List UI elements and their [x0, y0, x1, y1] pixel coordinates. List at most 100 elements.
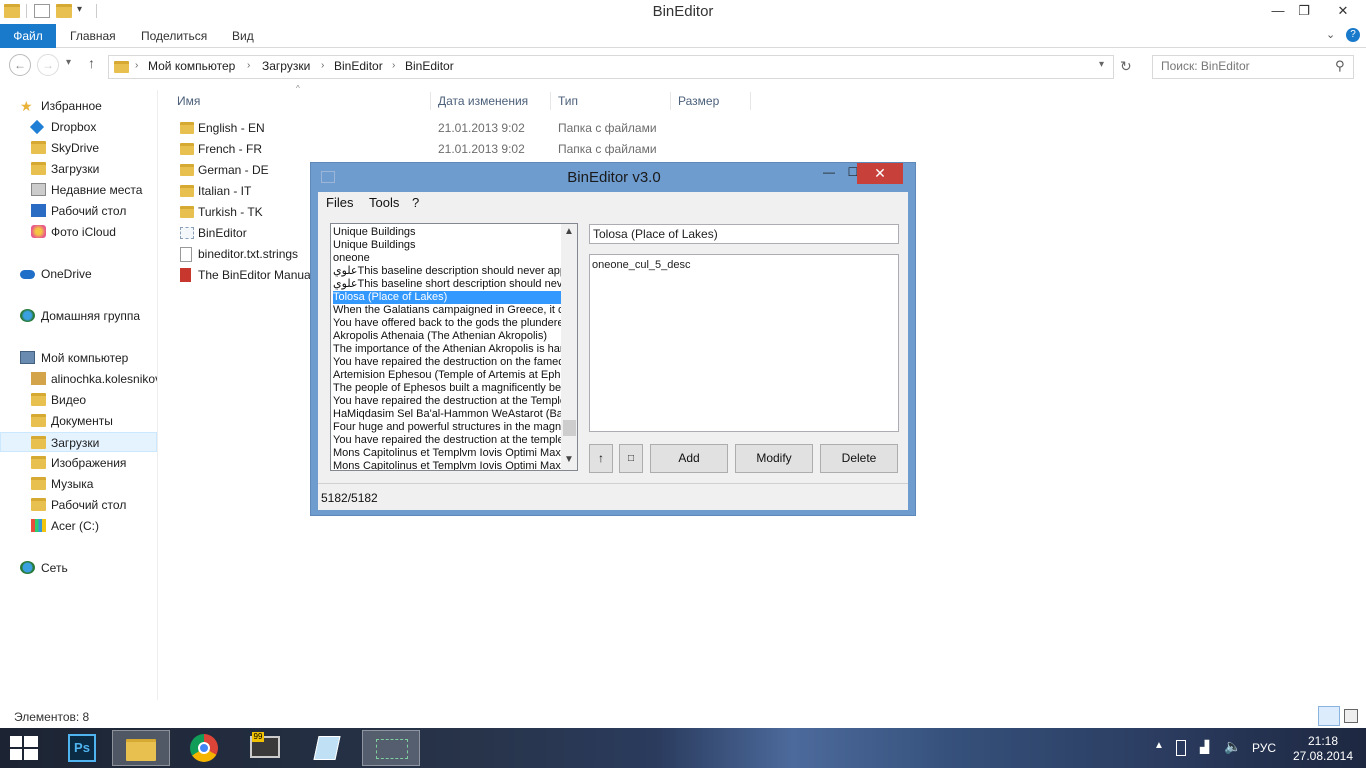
nav-item-downloads[interactable]: Загрузки — [0, 159, 157, 179]
battery-icon[interactable] — [1176, 740, 1186, 756]
refresh-icon[interactable]: ↻ — [1120, 58, 1132, 75]
menu-tools[interactable]: Tools — [369, 195, 399, 210]
nav-computer[interactable]: Мой компьютер — [0, 348, 157, 368]
minimize-button[interactable]: — — [1266, 0, 1290, 22]
list-item[interactable]: When the Galatians campaigned in Greece,… — [333, 304, 561, 317]
scroll-thumb[interactable] — [563, 420, 576, 436]
delete-button[interactable]: Delete — [820, 444, 898, 473]
list-item[interactable]: Unique Buildings — [333, 226, 561, 239]
nav-item-desktop[interactable]: Рабочий стол — [0, 201, 157, 221]
recent-locations-icon[interactable]: ▾ — [66, 57, 71, 68]
nav-item-pictures[interactable]: Изображения — [0, 453, 157, 473]
tab-view[interactable]: Вид — [232, 24, 254, 48]
nav-item-dropbox[interactable]: Dropbox — [0, 117, 157, 137]
chrome-icon[interactable] — [176, 730, 234, 766]
nav-item-skydrive[interactable]: SkyDrive — [0, 138, 157, 158]
list-item[interactable]: Mons Capitolinus et Templvm Iovis Optimi… — [333, 447, 561, 460]
scroll-down-icon[interactable]: ▼ — [564, 454, 574, 465]
nav-homegroup[interactable]: Домашняя группа — [0, 306, 157, 326]
breadcrumb-downloads[interactable]: Загрузки — [262, 59, 310, 73]
tab-share[interactable]: Поделиться — [141, 24, 207, 48]
minimize-button[interactable]: — — [819, 165, 839, 183]
tab-home[interactable]: Главная — [70, 24, 116, 48]
file-explorer-icon[interactable] — [112, 730, 170, 766]
signal-icon[interactable]: ▟ — [1200, 740, 1209, 754]
list-item[interactable]: Mons Capitolinus et Templvm Iovis Optimi… — [333, 460, 561, 470]
file-row[interactable]: French - FR 21.01.2013 9:02 Папка с файл… — [176, 139, 776, 160]
back-button[interactable]: ← — [9, 54, 31, 76]
breadcrumb-computer[interactable]: Мой компьютер — [148, 59, 235, 73]
details-view-icon[interactable] — [1318, 706, 1340, 726]
menu-files[interactable]: Files — [326, 195, 353, 210]
nav-item-icloud-photos[interactable]: Фото iCloud — [0, 222, 157, 242]
scroll-up-icon[interactable]: ▲ — [564, 226, 574, 237]
list-item[interactable]: You have offered back to the gods the pl… — [333, 317, 561, 330]
column-header-size[interactable]: Размер — [678, 92, 751, 110]
nav-item-drive-c[interactable]: Acer (C:) — [0, 516, 157, 536]
tab-file[interactable]: Файл — [0, 24, 56, 48]
nav-network[interactable]: Сеть — [0, 558, 157, 578]
nav-item-music[interactable]: Музыка — [0, 474, 157, 494]
move-up-button[interactable]: ↑ — [589, 444, 613, 473]
close-button[interactable]: ✕ — [1320, 0, 1366, 22]
strings-listbox[interactable]: Unique Buildings Unique Buildings oneone ﻋﻠ… — [330, 223, 578, 471]
list-scrollbar[interactable]: ▲ ▼ — [561, 224, 577, 470]
forward-button[interactable]: → — [37, 54, 59, 76]
list-item[interactable]: You have repaired the destruction at the… — [333, 395, 561, 408]
chevron-right-icon[interactable]: › — [135, 60, 138, 71]
search-input[interactable]: Поиск: BinEditor ⚲ — [1152, 55, 1354, 79]
windows-start-icon[interactable] — [10, 736, 38, 760]
list-item[interactable]: oneone — [333, 252, 561, 265]
list-item[interactable]: Unique Buildings — [333, 239, 561, 252]
list-item[interactable]: The importance of the Athenian Akropolis… — [333, 343, 561, 356]
photoshop-icon[interactable]: Ps — [54, 730, 112, 766]
add-button[interactable]: Add — [650, 444, 728, 473]
chevron-right-icon[interactable]: › — [247, 60, 250, 71]
up-button[interactable]: ↑ — [88, 55, 95, 71]
string-name-input[interactable]: Tolosa (Place of Lakes) — [589, 224, 899, 244]
nav-item-video[interactable]: Видео — [0, 390, 157, 410]
breadcrumb-bineditor[interactable]: BinEditor — [334, 59, 383, 73]
modify-button[interactable]: Modify — [735, 444, 813, 473]
string-value-textarea[interactable]: oneone_cul_5_desc — [589, 254, 899, 432]
menu-help[interactable]: ? — [412, 195, 419, 210]
file-row[interactable]: English - EN 21.01.2013 9:02 Папка с фай… — [176, 118, 776, 139]
nav-favorites[interactable]: ★ Избранное — [0, 96, 157, 116]
bineditor-taskbar-icon[interactable] — [362, 730, 420, 766]
address-bar[interactable]: › Мой компьютер › Загрузки › BinEditor ›… — [108, 55, 1114, 79]
list-item[interactable]: ﻋﻠﻮﻱThis baseline short description shou… — [333, 278, 561, 291]
close-button[interactable]: ✕ — [857, 163, 903, 184]
nav-item-user[interactable]: alinochka.kolesnikov — [0, 369, 157, 389]
nav-onedrive[interactable]: OneDrive — [0, 264, 157, 284]
search-icon[interactable]: ⚲ — [1335, 58, 1345, 74]
help-icon[interactable]: ? — [1346, 28, 1360, 42]
nav-item-documents[interactable]: Документы — [0, 411, 157, 431]
address-dropdown-icon[interactable]: ▾ — [1099, 59, 1104, 70]
nav-item-desktop2[interactable]: Рабочий стол — [0, 495, 157, 515]
list-item[interactable]: Four huge and powerful structures in the… — [333, 421, 561, 434]
breadcrumb-bineditor-sub[interactable]: BinEditor — [405, 59, 454, 73]
volume-icon[interactable]: 🔈 — [1224, 738, 1241, 755]
chevron-down-icon[interactable]: ⌄ — [1326, 28, 1335, 41]
maximize-button[interactable]: ❐ — [1292, 0, 1316, 22]
nav-item-downloads-selected[interactable]: Загрузки — [0, 432, 157, 452]
list-item[interactable]: Tolosa (Place of Lakes) — [333, 291, 561, 304]
monitor-app-icon[interactable]: 99 — [236, 730, 294, 766]
list-item[interactable]: Artemision Ephesou (Temple of Artemis at… — [333, 369, 561, 382]
notes-app-icon[interactable] — [298, 730, 356, 766]
list-item[interactable]: HaMiqdasim Sel Ba'al-Hammon WeAstarot (B… — [333, 408, 561, 421]
nav-item-recent[interactable]: Недавние места — [0, 180, 157, 200]
chevron-right-icon[interactable]: › — [392, 60, 395, 71]
chevron-right-icon[interactable]: › — [321, 60, 324, 71]
clock[interactable]: 21:18 27.08.2014 — [1290, 734, 1356, 764]
language-indicator[interactable]: РУС — [1252, 741, 1276, 755]
column-header-date[interactable]: Дата изменения — [438, 92, 551, 110]
tray-expand-icon[interactable]: ▲ — [1154, 740, 1164, 751]
list-item[interactable]: ﻋﻠﻮﻱThis baseline description should nev… — [333, 265, 561, 278]
list-item[interactable]: You have repaired the destruction at the… — [333, 434, 561, 447]
small-button[interactable]: □ — [619, 444, 643, 473]
list-item[interactable]: You have repaired the destruction on the… — [333, 356, 561, 369]
list-item[interactable]: Akropolis Athenaia (The Athenian Akropol… — [333, 330, 561, 343]
list-item[interactable]: The people of Ephesos built a magnificen… — [333, 382, 561, 395]
column-header-type[interactable]: Тип — [558, 92, 671, 110]
